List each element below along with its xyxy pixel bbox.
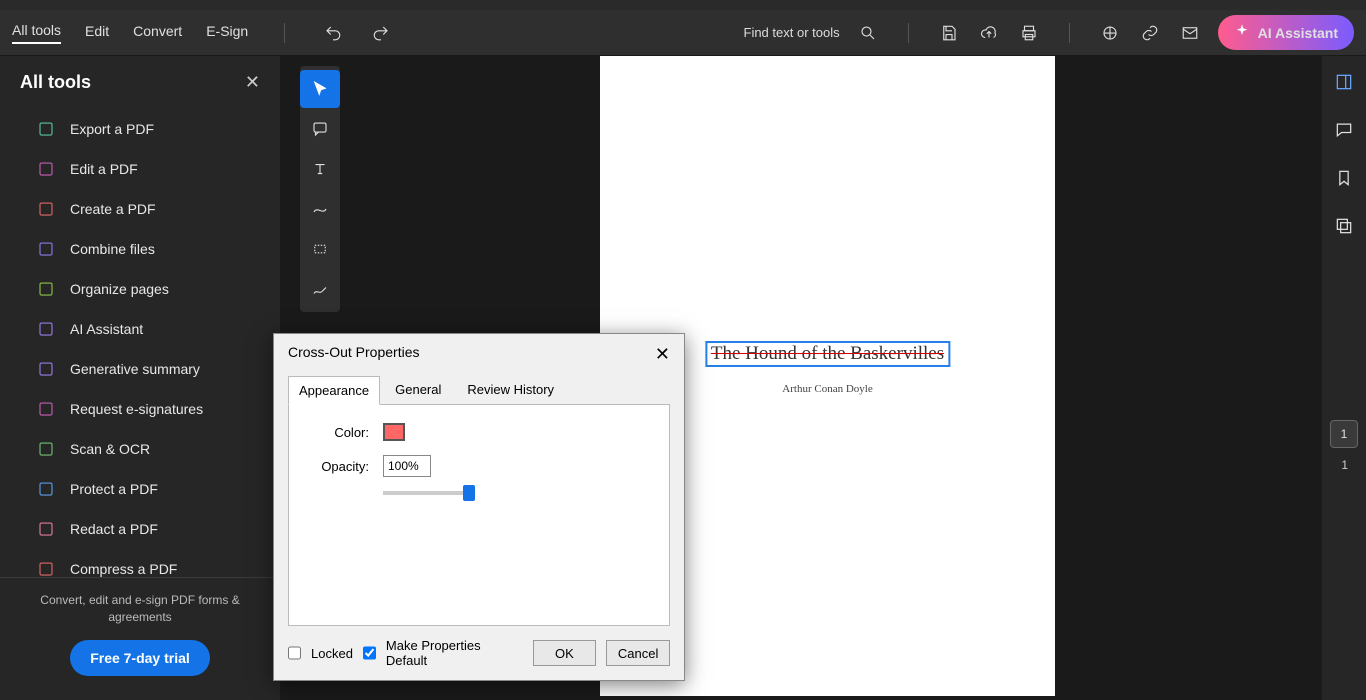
tool-icon [36, 439, 56, 459]
sidebar-item-organize-pages[interactable]: Organize pages [0, 269, 280, 309]
sidebar-item-label: Protect a PDF [70, 481, 158, 497]
menu-all-tools[interactable]: All tools [12, 22, 61, 44]
search-label: Find text or tools [744, 25, 840, 40]
tool-icon [36, 519, 56, 539]
opacity-slider[interactable] [383, 491, 473, 495]
free-trial-button[interactable]: Free 7-day trial [70, 640, 210, 676]
tool-icon [36, 199, 56, 219]
tab-general[interactable]: General [384, 375, 452, 404]
link-icon[interactable] [1138, 21, 1162, 45]
tab-review-history[interactable]: Review History [456, 375, 565, 404]
tool-icon [36, 399, 56, 419]
separator [284, 23, 285, 43]
page-total: 1 [1341, 458, 1348, 472]
sidebar-item-label: Export a PDF [70, 121, 154, 137]
close-icon[interactable]: ✕ [245, 72, 260, 93]
tool-icon [36, 279, 56, 299]
dialog-close-icon[interactable]: ✕ [655, 344, 670, 365]
sidebar-item-request-e-signatures[interactable]: Request e-signatures [0, 389, 280, 429]
sidebar-item-compress-a-pdf[interactable]: Compress a PDF [0, 549, 280, 577]
ai-assistant-label: AI Assistant [1258, 25, 1338, 41]
opacity-label: Opacity: [309, 459, 369, 474]
color-label: Color: [309, 425, 369, 440]
make-default-label: Make Properties Default [386, 638, 513, 668]
sidebar-item-export-a-pdf[interactable]: Export a PDF [0, 109, 280, 149]
sidebar-item-label: Compress a PDF [70, 561, 177, 577]
cloud-upload-icon[interactable] [977, 21, 1001, 45]
menu-edit[interactable]: Edit [85, 23, 109, 43]
select-tool-icon[interactable] [300, 70, 340, 108]
tool-icon [36, 159, 56, 179]
sidebar-item-create-a-pdf[interactable]: Create a PDF [0, 189, 280, 229]
sidebar-item-label: Generative summary [70, 361, 200, 377]
sidebar-item-redact-a-pdf[interactable]: Redact a PDF [0, 509, 280, 549]
sidebar-item-protect-a-pdf[interactable]: Protect a PDF [0, 469, 280, 509]
tool-icon [36, 559, 56, 577]
copy-icon[interactable] [1332, 214, 1356, 238]
share-icon[interactable] [1098, 21, 1122, 45]
cross-out-properties-dialog: Cross-Out Properties ✕ Appearance Genera… [273, 333, 685, 681]
sidebar-item-label: AI Assistant [70, 321, 143, 337]
dialog-title: Cross-Out Properties [288, 344, 419, 365]
save-icon[interactable] [937, 21, 961, 45]
menu-convert[interactable]: Convert [133, 23, 182, 43]
color-swatch[interactable] [383, 423, 405, 441]
tool-list: Export a PDF Edit a PDF Create a PDF Combin… [0, 105, 280, 577]
redo-icon[interactable] [369, 21, 393, 45]
sidebar: All tools ✕ Export a PDF Edit a PDF Create… [0, 56, 280, 700]
tab-appearance[interactable]: Appearance [288, 376, 380, 405]
sidebar-footer-text: Convert, edit and e-sign PDF forms & agr… [20, 592, 260, 626]
tool-icon [36, 479, 56, 499]
cancel-button[interactable]: Cancel [606, 640, 670, 666]
sidebar-item-edit-a-pdf[interactable]: Edit a PDF [0, 149, 280, 189]
document-author: Arthur Conan Doyle [782, 383, 872, 395]
print-icon[interactable] [1017, 21, 1041, 45]
sidebar-item-label: Organize pages [70, 281, 169, 297]
ok-button[interactable]: OK [533, 640, 597, 666]
sidebar-item-label: Scan & OCR [70, 441, 150, 457]
menu-esign[interactable]: E-Sign [206, 23, 248, 43]
sidebar-item-generative-summary[interactable]: Generative summary [0, 349, 280, 389]
page-number-box[interactable]: 1 [1330, 420, 1358, 448]
right-rail [1322, 56, 1366, 700]
sidebar-item-combine-files[interactable]: Combine files [0, 229, 280, 269]
opacity-input[interactable] [383, 455, 431, 477]
tool-icon [36, 319, 56, 339]
locked-checkbox[interactable] [288, 646, 301, 660]
opacity-slider-thumb[interactable] [463, 485, 475, 501]
sidebar-item-scan-ocr[interactable]: Scan & OCR [0, 429, 280, 469]
bookmark-icon[interactable] [1332, 166, 1356, 190]
locked-label: Locked [311, 646, 353, 661]
make-default-checkbox[interactable] [363, 646, 376, 660]
tool-icon [36, 239, 56, 259]
document-title-crossed-out[interactable]: The Hound of the Baskervilles [705, 341, 950, 367]
separator [1069, 23, 1070, 43]
sidebar-item-label: Combine files [70, 241, 155, 257]
comment-tool-icon[interactable] [300, 110, 340, 148]
sidebar-item-label: Create a PDF [70, 201, 156, 217]
sidebar-item-label: Redact a PDF [70, 521, 158, 537]
undo-icon[interactable] [321, 21, 345, 45]
text-tool-icon[interactable] [300, 150, 340, 188]
sidebar-item-label: Request e-signatures [70, 401, 203, 417]
sidebar-title: All tools [20, 72, 91, 93]
separator [908, 23, 909, 43]
ai-assistant-button[interactable]: AI Assistant [1218, 15, 1354, 50]
email-icon[interactable] [1178, 21, 1202, 45]
panel-toggle-icon[interactable] [1332, 70, 1356, 94]
sparkle-icon [1234, 23, 1250, 42]
sidebar-item-ai-assistant[interactable]: AI Assistant [0, 309, 280, 349]
tool-icon [36, 119, 56, 139]
highlight-tool-icon[interactable] [300, 230, 340, 268]
erase-tool-icon[interactable] [300, 270, 340, 308]
draw-tool-icon[interactable] [300, 190, 340, 228]
chat-icon[interactable] [1332, 118, 1356, 142]
tool-icon [36, 359, 56, 379]
sidebar-item-label: Edit a PDF [70, 161, 138, 177]
search-icon[interactable] [856, 21, 880, 45]
vertical-toolbar [300, 66, 340, 312]
menubar: All tools Edit Convert E-Sign Find text … [0, 10, 1366, 56]
